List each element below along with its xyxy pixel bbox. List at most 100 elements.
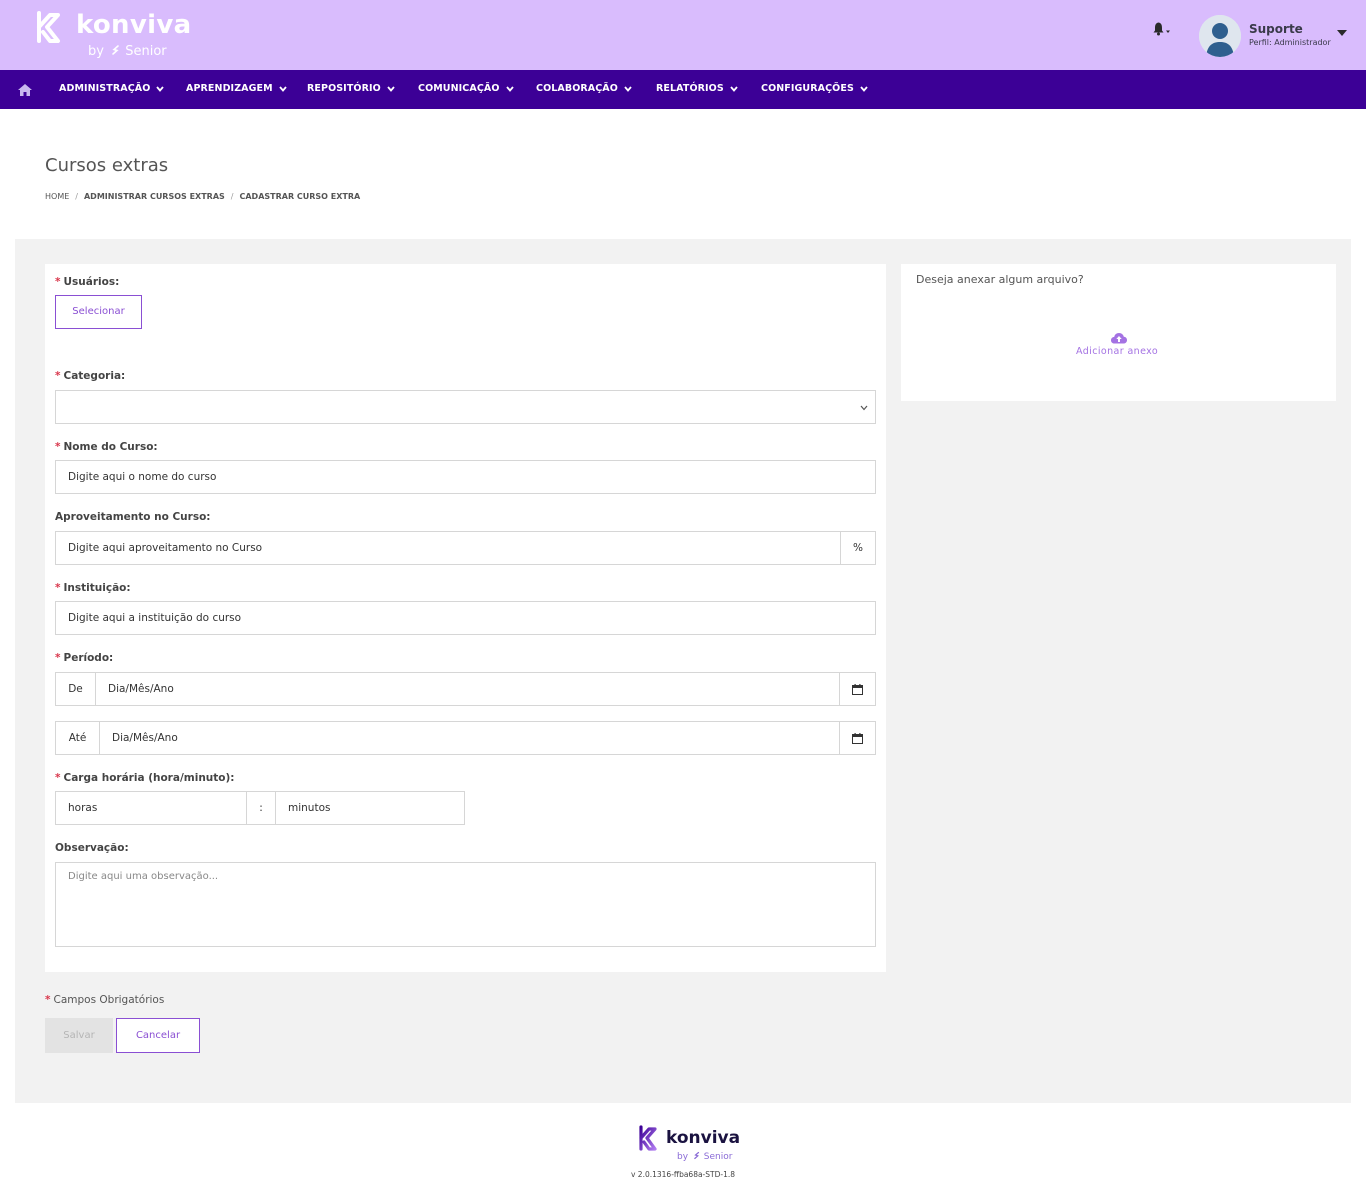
user-role: Perfil: Administrador bbox=[1249, 38, 1331, 47]
nav-colaboracao[interactable]: COLABORAÇÃO bbox=[536, 70, 632, 109]
brand-by-prefix: by bbox=[88, 44, 104, 59]
observation-textarea[interactable]: Digite aqui uma observação... bbox=[55, 862, 876, 947]
breadcrumb-home[interactable]: HOME bbox=[45, 192, 69, 201]
nav-label: CONFIGURAÇÕES bbox=[761, 83, 854, 94]
period-to-calendar-button[interactable] bbox=[839, 721, 876, 755]
categoria-select[interactable] bbox=[55, 390, 876, 424]
instituicao-input[interactable]: Digite aqui a instituição do curso bbox=[55, 601, 876, 635]
carga-horaria-label-text: Carga horária (hora/minuto): bbox=[63, 772, 235, 784]
main-nav: ADMINISTRAÇÃO APRENDIZAGEM REPOSITÓRIO C… bbox=[0, 70, 1366, 109]
required-mark: * bbox=[55, 582, 61, 594]
observacao-label: Observação: bbox=[55, 842, 129, 854]
periodo-label-text: Período: bbox=[63, 652, 114, 664]
save-button[interactable]: Salvar bbox=[45, 1018, 113, 1053]
required-mark: * bbox=[55, 370, 61, 382]
chevron-down-icon bbox=[387, 85, 395, 92]
avatar bbox=[1199, 15, 1241, 57]
footer-by-company: Senior bbox=[703, 1152, 733, 1162]
brand-by-company: Senior bbox=[125, 44, 167, 59]
breadcrumb-separator: / bbox=[75, 192, 78, 201]
nome-curso-label: * Nome do Curso: bbox=[55, 441, 158, 453]
chevron-down-icon bbox=[730, 85, 738, 92]
time-separator: : bbox=[246, 791, 276, 825]
course-name-input[interactable]: Digite aqui o nome do curso bbox=[55, 460, 876, 494]
periodo-label: * Período: bbox=[55, 652, 113, 664]
nome-curso-label-text: Nome do Curso: bbox=[63, 441, 158, 453]
breadcrumb: HOME / ADMINISTRAR CURSOS EXTRAS / CADASTRAR… bbox=[45, 192, 360, 201]
period-from-calendar-button[interactable] bbox=[839, 672, 876, 706]
nav-label: COLABORAÇÃO bbox=[536, 83, 618, 94]
select-users-button[interactable]: Selecionar bbox=[55, 295, 142, 329]
calendar-icon bbox=[852, 733, 863, 744]
required-fields-text: Campos Obrigatórios bbox=[53, 994, 165, 1006]
nav-administracao[interactable]: ADMINISTRAÇÃO bbox=[59, 70, 165, 109]
period-to-addon: Até bbox=[55, 721, 100, 755]
nav-relatorios[interactable]: RELATÓRIOS bbox=[656, 70, 738, 109]
usuarios-label: * Usuários: bbox=[55, 276, 119, 288]
caret-down-icon bbox=[1337, 30, 1347, 36]
chevron-down-icon bbox=[505, 85, 514, 92]
user-menu[interactable]: Suporte Perfil: Administrador bbox=[1199, 15, 1354, 57]
nav-home-button[interactable] bbox=[17, 82, 33, 96]
cancel-button[interactable]: Cancelar bbox=[116, 1018, 200, 1053]
app-version: v 2.0.1316-ffba68a-STD-1.8 bbox=[630, 1170, 736, 1179]
aproveitamento-label: Aproveitamento no Curso: bbox=[55, 511, 211, 523]
user-name: Suporte bbox=[1249, 22, 1303, 36]
breadcrumb-administrar-cursos-extras[interactable]: ADMINISTRAR CURSOS EXTRAS bbox=[84, 192, 225, 201]
required-mark: * bbox=[55, 276, 61, 288]
nav-label: ADMINISTRAÇÃO bbox=[59, 83, 151, 94]
calendar-icon bbox=[852, 684, 863, 695]
chevron-down-icon bbox=[279, 85, 287, 92]
nav-label: REPOSITÓRIO bbox=[307, 83, 381, 94]
required-fields-note: * Campos Obrigatórios bbox=[45, 994, 164, 1006]
required-mark: * bbox=[55, 772, 61, 784]
konviva-k-icon bbox=[639, 1125, 657, 1151]
footer-logo: konviva by Senior bbox=[638, 1125, 741, 1165]
usuarios-label-text: Usuários: bbox=[63, 276, 120, 288]
hours-input[interactable]: horas bbox=[55, 791, 247, 825]
aproveitamento-input[interactable]: Digite aqui aproveitamento no Curso bbox=[55, 531, 841, 565]
cloud-upload-icon[interactable] bbox=[1110, 330, 1128, 344]
period-from-addon: De bbox=[55, 672, 96, 706]
page-title: Cursos extras bbox=[45, 155, 169, 176]
senior-s-icon bbox=[694, 1151, 700, 1160]
konviva-logo[interactable]: konviva by Senior bbox=[36, 10, 191, 62]
chevron-down-icon bbox=[156, 85, 165, 92]
cloud-upload-svg bbox=[1111, 333, 1127, 344]
carga-horaria-label: * Carga horária (hora/minuto): bbox=[55, 772, 235, 784]
nav-label: COMUNICAÇÃO bbox=[418, 83, 500, 94]
footer-brand-name: konviva bbox=[666, 1128, 741, 1148]
brand-name: konviva bbox=[76, 10, 192, 40]
minutes-input[interactable]: minutos bbox=[275, 791, 465, 825]
nav-label: APRENDIZAGEM bbox=[186, 83, 273, 94]
bell-icon bbox=[1153, 22, 1170, 36]
nav-aprendizagem[interactable]: APRENDIZAGEM bbox=[186, 70, 287, 109]
period-to-date-input[interactable]: Dia/Mês/Ano bbox=[99, 721, 840, 755]
brand-by-senior: by Senior bbox=[88, 44, 167, 59]
percent-addon: % bbox=[840, 531, 876, 565]
attachment-question: Deseja anexar algum arquivo? bbox=[916, 273, 1084, 286]
add-attachment-link[interactable]: Adicionar anexo bbox=[1076, 346, 1158, 357]
notifications-button[interactable] bbox=[1151, 20, 1173, 40]
konviva-k-icon bbox=[37, 11, 60, 43]
footer-by-prefix: by bbox=[677, 1152, 689, 1162]
instituicao-label: * Instituição: bbox=[55, 582, 131, 594]
required-mark: * bbox=[55, 652, 61, 664]
breadcrumb-separator: / bbox=[230, 192, 234, 201]
footer-brand-by: by Senior bbox=[677, 1151, 732, 1162]
nav-configuracoes[interactable]: CONFIGURAÇÕES bbox=[761, 70, 868, 109]
breadcrumb-current: CADASTRAR CURSO EXTRA bbox=[239, 192, 361, 201]
nav-repositorio[interactable]: REPOSITÓRIO bbox=[307, 70, 395, 109]
categoria-label: * Categoria: bbox=[55, 370, 125, 382]
top-header: konviva by Senior Suporte Perfil: Admini… bbox=[0, 0, 1366, 70]
nav-comunicacao[interactable]: COMUNICAÇÃO bbox=[418, 70, 514, 109]
required-mark: * bbox=[55, 441, 61, 453]
home-icon bbox=[18, 84, 32, 96]
nav-label: RELATÓRIOS bbox=[656, 83, 724, 94]
required-mark: * bbox=[45, 994, 51, 1006]
period-from-date-input[interactable]: Dia/Mês/Ano bbox=[95, 672, 840, 706]
senior-s-icon bbox=[112, 45, 119, 55]
chevron-down-icon bbox=[624, 85, 632, 92]
chevron-down-icon bbox=[860, 85, 868, 92]
categoria-label-text: Categoria: bbox=[63, 370, 126, 382]
